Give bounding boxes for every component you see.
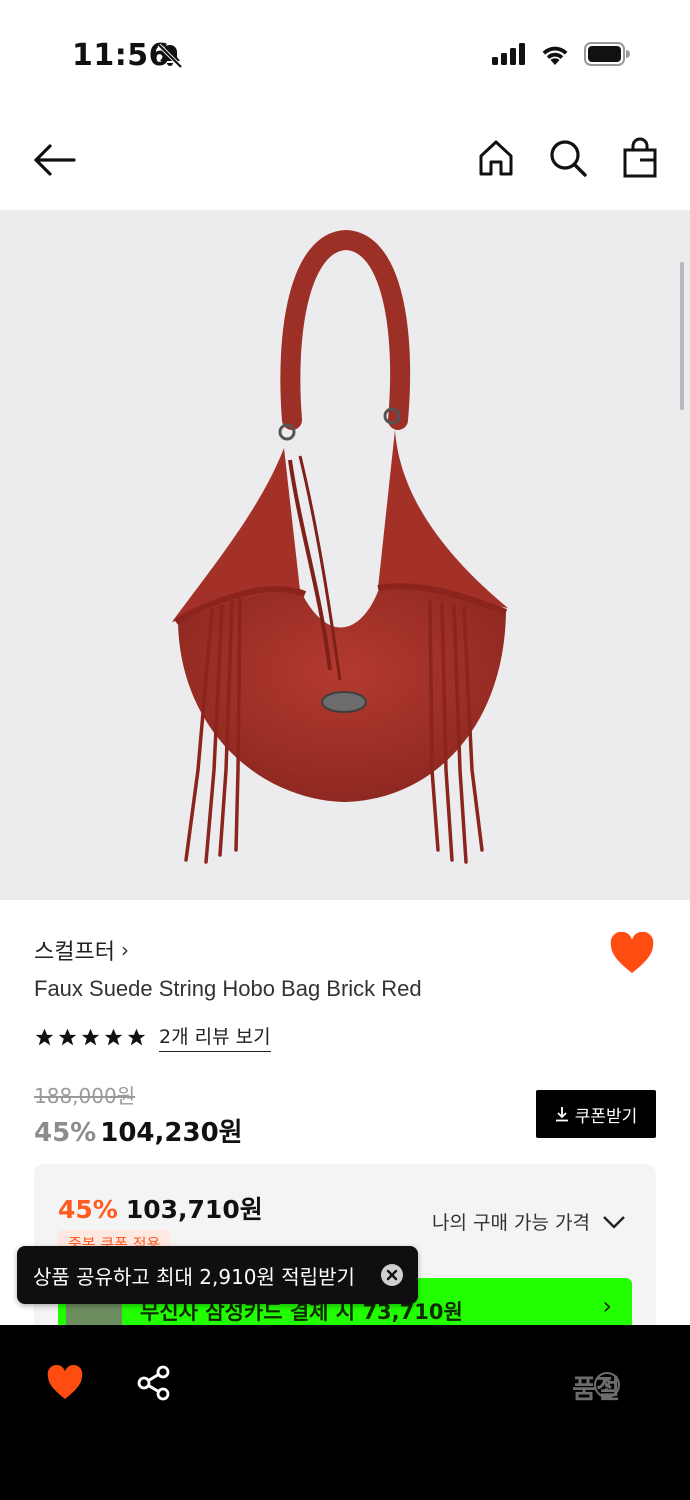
chevron-right-icon: ›	[602, 1292, 612, 1320]
arrow-left-icon[interactable]	[30, 138, 78, 182]
star-icon	[104, 1028, 123, 1045]
status-indicators	[492, 42, 630, 66]
my-price-toggle[interactable]: 나의 구매 가능 가격	[432, 1208, 626, 1235]
review-link[interactable]: 2개 리뷰 보기	[159, 1022, 271, 1052]
my-price-label: 나의 구매 가능 가격	[432, 1212, 590, 1234]
my-price: 103,710원	[125, 1195, 263, 1224]
my-discount-rate: 45%	[58, 1195, 118, 1224]
share-icon[interactable]	[136, 1365, 172, 1401]
brand-name: 스컬프터	[34, 940, 115, 965]
star-icon	[35, 1028, 54, 1045]
coupon-button[interactable]: 쿠폰받기	[536, 1090, 656, 1138]
coupon-label: 쿠폰받기	[574, 1106, 638, 1127]
brand-link[interactable]: 스컬프터 ›	[34, 934, 129, 966]
price-row: 45% 104,230원	[34, 1112, 243, 1149]
bell-muted-icon	[157, 43, 183, 69]
close-circle-icon[interactable]	[380, 1263, 404, 1287]
chevron-right-icon: ›	[120, 938, 129, 962]
product-name: Faux Suede String Hobo Bag Brick Red	[34, 976, 422, 1001]
help-icon[interactable]: ?	[594, 1372, 620, 1398]
chevron-down-icon	[603, 1215, 625, 1228]
cellular-signal-icon	[492, 43, 525, 65]
sale-price: 104,230원	[100, 1118, 243, 1148]
my-price-row: 45% 103,710원	[58, 1190, 263, 1226]
home-icon[interactable]	[474, 136, 518, 180]
original-price: 188,000원	[34, 1084, 136, 1108]
top-nav-bar	[0, 120, 690, 200]
share-reward-toast: 상품 공유하고 최대 2,910원 적립받기	[17, 1246, 418, 1304]
image-scrollbar[interactable]	[680, 262, 684, 410]
rating-row: 2개 리뷰 보기	[34, 1022, 271, 1052]
battery-icon	[584, 42, 630, 66]
toast-text: 상품 공유하고 최대 2,910원 적립받기	[33, 1264, 355, 1289]
heart-icon[interactable]	[46, 1365, 84, 1401]
discount-rate: 45%	[34, 1118, 97, 1148]
download-icon	[555, 1107, 568, 1122]
wifi-icon	[542, 46, 568, 65]
star-rating	[34, 1027, 147, 1048]
shopping-bag-icon[interactable]	[618, 136, 662, 180]
star-icon	[127, 1028, 146, 1045]
product-image[interactable]	[0, 210, 690, 900]
star-icon	[58, 1028, 77, 1045]
search-icon[interactable]	[546, 136, 590, 180]
star-icon	[81, 1028, 100, 1045]
hobo-bag-illustration	[172, 229, 508, 864]
status-bar: 11:56	[0, 0, 690, 110]
heart-icon[interactable]	[608, 932, 656, 976]
bottom-action-bar: 품절 ?	[0, 1325, 690, 1500]
